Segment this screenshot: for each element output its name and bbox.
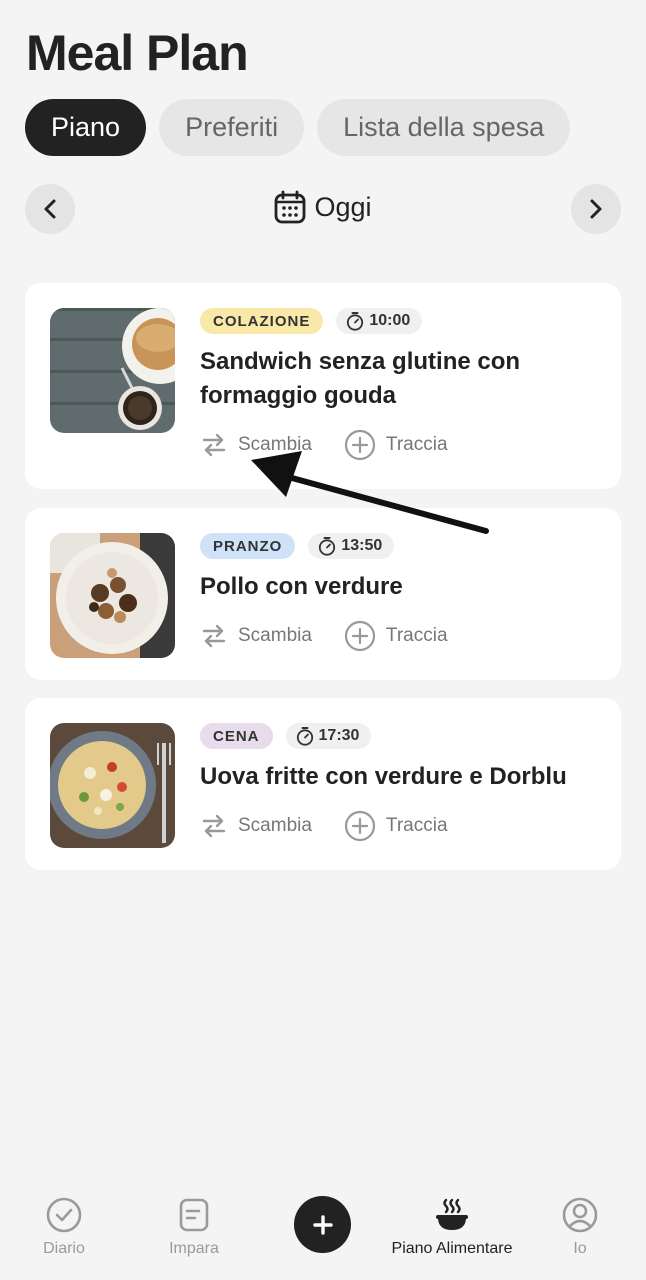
date-label: Oggi (314, 191, 372, 222)
check-circle-icon (46, 1197, 82, 1233)
nav-diario[interactable]: Diario (22, 1196, 106, 1258)
tab-bar: Piano Preferiti Lista della spesa (25, 99, 571, 156)
track-label: Traccia (385, 625, 448, 646)
meal-card-cena[interactable]: CENA 17:30 Uova fritte con verdure e Dor… (25, 698, 621, 870)
swap-label: Scambia (238, 625, 312, 646)
swap-label: Scambia (238, 815, 312, 836)
nav-io[interactable]: Io (550, 1196, 610, 1258)
bottom-navigation: Diario Impara Piano Alimentare Io (0, 1190, 646, 1280)
nav-impara[interactable]: Impara (150, 1196, 238, 1258)
track-label: Traccia (385, 815, 448, 836)
user-icon (562, 1197, 598, 1233)
plus-circle-icon (344, 620, 376, 652)
document-icon (179, 1198, 209, 1232)
meal-time: 10:00 (369, 312, 411, 329)
meal-image (50, 308, 175, 433)
meal-time: 17:30 (318, 727, 360, 744)
stopwatch-icon (347, 312, 364, 331)
swap-icon (202, 814, 226, 838)
track-label: Traccia (385, 434, 448, 455)
tab-lista-della-spesa[interactable]: Lista della spesa (317, 99, 571, 156)
meal-time-pill: 17:30 (285, 723, 372, 749)
swap-button[interactable]: Scambia (200, 431, 312, 459)
meal-title[interactable]: Uova fritte con verdure e Dorblu (200, 760, 600, 794)
nav-label: Io (573, 1240, 587, 1257)
nav-label: Piano Alimentare (391, 1240, 513, 1257)
meal-card-pranzo[interactable]: PRANZO 13:50 Pollo con verdure Scambia T… (25, 508, 621, 680)
stopwatch-icon (319, 537, 336, 556)
swap-button[interactable]: Scambia (200, 812, 312, 840)
calendar-icon (275, 190, 306, 224)
next-day-button[interactable] (571, 184, 621, 234)
plus-circle-icon (344, 810, 376, 842)
tab-piano[interactable]: Piano (25, 99, 147, 156)
tab-preferiti[interactable]: Preferiti (159, 99, 305, 156)
bowl-icon (436, 1198, 468, 1230)
meal-type-badge: COLAZIONE (200, 308, 324, 334)
plus-icon (312, 1214, 333, 1235)
add-button[interactable] (294, 1196, 351, 1253)
nav-piano-alimentare[interactable]: Piano Alimentare (386, 1196, 518, 1258)
page-title: Meal Plan (26, 25, 249, 81)
meal-image (50, 533, 175, 658)
swap-button[interactable]: Scambia (200, 622, 312, 650)
track-button[interactable]: Traccia (344, 429, 448, 461)
track-button[interactable]: Traccia (344, 620, 448, 652)
nav-label: Diario (43, 1240, 85, 1257)
plus-circle-icon (344, 429, 376, 461)
meal-title[interactable]: Sandwich senza glutine con formaggio gou… (200, 345, 600, 413)
meal-image (50, 723, 175, 848)
meal-time-pill: 10:00 (336, 308, 423, 334)
swap-icon (202, 624, 226, 648)
meal-card-colazione[interactable]: COLAZIONE 10:00 Sandwich senza glutine c… (25, 283, 621, 489)
meal-title[interactable]: Pollo con verdure (200, 570, 600, 604)
swap-label: Scambia (238, 434, 312, 455)
meal-type-badge: CENA (200, 723, 273, 749)
nav-label: Impara (169, 1240, 219, 1257)
swap-icon (202, 433, 226, 457)
meal-time: 13:50 (341, 537, 383, 554)
stopwatch-icon (296, 727, 313, 746)
date-navigator: Oggi (25, 184, 621, 234)
current-date[interactable]: Oggi (25, 190, 621, 224)
track-button[interactable]: Traccia (344, 810, 448, 842)
chevron-right-icon (590, 199, 602, 219)
meal-type-badge: PRANZO (200, 533, 296, 559)
meal-time-pill: 13:50 (308, 533, 395, 559)
